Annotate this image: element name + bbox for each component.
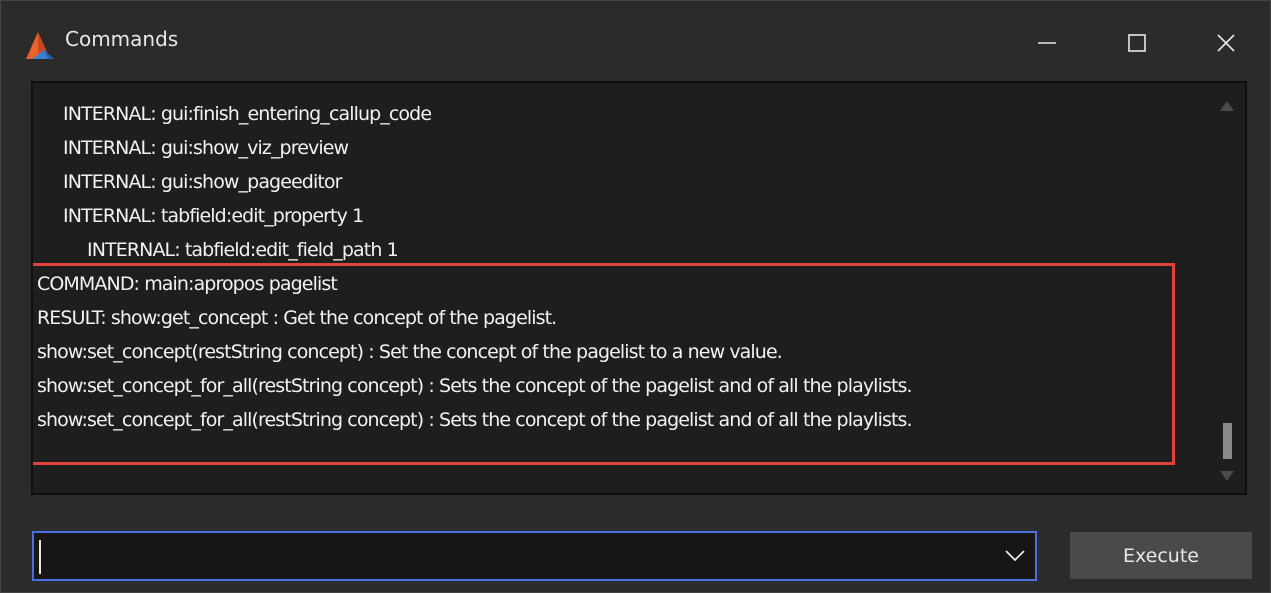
scroll-down-arrow-icon[interactable] — [1220, 471, 1234, 481]
close-button[interactable] — [1194, 13, 1258, 73]
log-line: INTERNAL: tabfield:edit_field_path 1 — [87, 239, 399, 261]
chevron-down-icon — [1004, 548, 1026, 567]
minimize-icon — [1036, 32, 1058, 54]
log-line: INTERNAL: gui:show_viz_preview — [63, 137, 349, 159]
title-bar[interactable]: Commands — [1, 1, 1270, 79]
command-combobox[interactable] — [32, 531, 1037, 581]
command-log[interactable]: INTERNAL: gui:finish_entering_callup_cod… — [31, 81, 1247, 495]
maximize-icon — [1126, 32, 1148, 54]
command-input[interactable] — [38, 537, 988, 575]
execute-button[interactable]: Execute — [1070, 532, 1252, 579]
maximize-button[interactable] — [1105, 13, 1169, 73]
scroll-up-arrow-icon[interactable] — [1220, 101, 1234, 111]
commands-window: Commands INTERNAL: gui:finish_entering_c… — [0, 0, 1271, 593]
log-line: INTERNAL: gui:show_pageeditor — [63, 171, 342, 193]
vizrt-app-icon — [24, 30, 62, 60]
scrollbar-thumb[interactable] — [1223, 423, 1232, 459]
highlight-annotation-box — [33, 263, 1175, 465]
minimize-button[interactable] — [1015, 13, 1079, 73]
command-history-dropdown-button[interactable] — [999, 539, 1031, 575]
log-line: INTERNAL: tabfield:edit_property 1 — [63, 205, 364, 227]
text-caret — [39, 540, 41, 574]
window-title: Commands — [65, 27, 179, 51]
vertical-scrollbar[interactable] — [1213, 85, 1243, 491]
close-icon — [1215, 32, 1237, 54]
log-line: INTERNAL: gui:finish_entering_callup_cod… — [63, 103, 432, 125]
